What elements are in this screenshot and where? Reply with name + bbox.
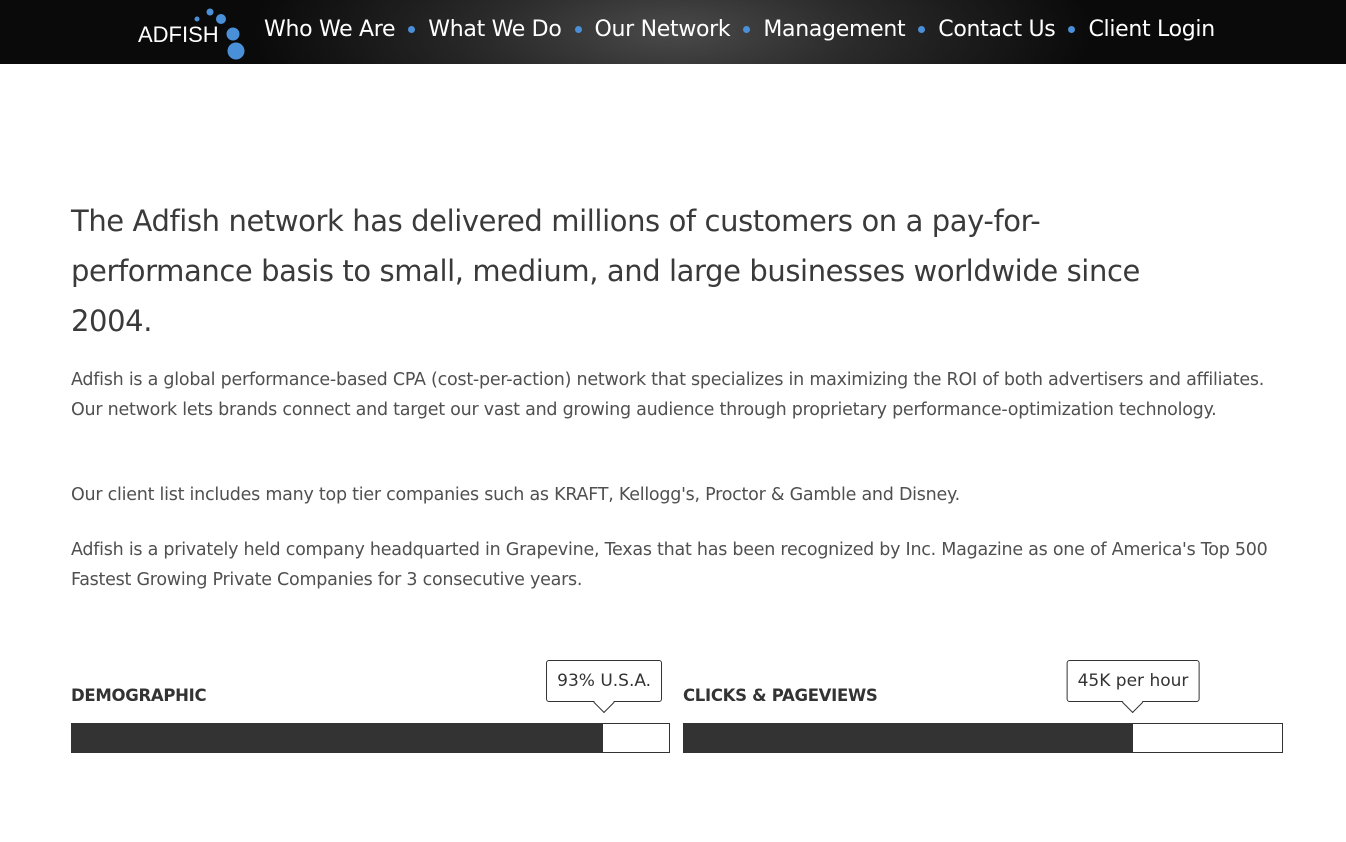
main-nav: Who We Are What We Do Our Network Manage…: [264, 13, 1215, 45]
stat-label: DEMOGRAPHIC: [71, 686, 207, 705]
stat-demographic: DEMOGRAPHIC 93% U.S.A.: [71, 660, 670, 755]
stat-tooltip: 45K per hour: [1066, 660, 1200, 702]
progress-bar: [683, 723, 1283, 753]
nav-contact-us[interactable]: Contact Us: [938, 17, 1055, 42]
progress-bar-fill: [684, 724, 1133, 752]
progress-bar: [71, 723, 670, 753]
nav-client-login[interactable]: Client Login: [1088, 17, 1215, 42]
nav-separator-dot: [743, 25, 751, 33]
nav-separator-dot: [408, 25, 416, 33]
stat-tooltip: 93% U.S.A.: [546, 660, 663, 702]
nav-separator-dot: [1068, 25, 1076, 33]
nav-management[interactable]: Management: [763, 17, 905, 42]
site-header: ADFISH Who We Are What We Do Our Network…: [0, 0, 1346, 64]
progress-bar-fill: [72, 724, 604, 752]
company-info-paragraph: Adfish is a privately held company headq…: [71, 540, 1268, 590]
page-headline: The Adfish network has delivered million…: [71, 204, 1140, 338]
client-list-paragraph: Our client list includes many top tier c…: [71, 485, 960, 505]
nav-our-network[interactable]: Our Network: [595, 17, 731, 42]
nav-what-we-do[interactable]: What We Do: [428, 17, 562, 42]
intro-paragraph: Adfish is a global performance-based CPA…: [71, 370, 1265, 420]
nav-who-we-are[interactable]: Who We Are: [264, 17, 396, 42]
bubbles-icon: [194, 8, 245, 60]
nav-separator-dot: [574, 25, 582, 33]
stat-label: CLICKS & PAGEVIEWS: [683, 686, 878, 705]
stat-clicks-pageviews: CLICKS & PAGEVIEWS 45K per hour: [683, 660, 1283, 755]
nav-separator-dot: [918, 25, 926, 33]
site-logo[interactable]: ADFISH: [138, 6, 248, 62]
